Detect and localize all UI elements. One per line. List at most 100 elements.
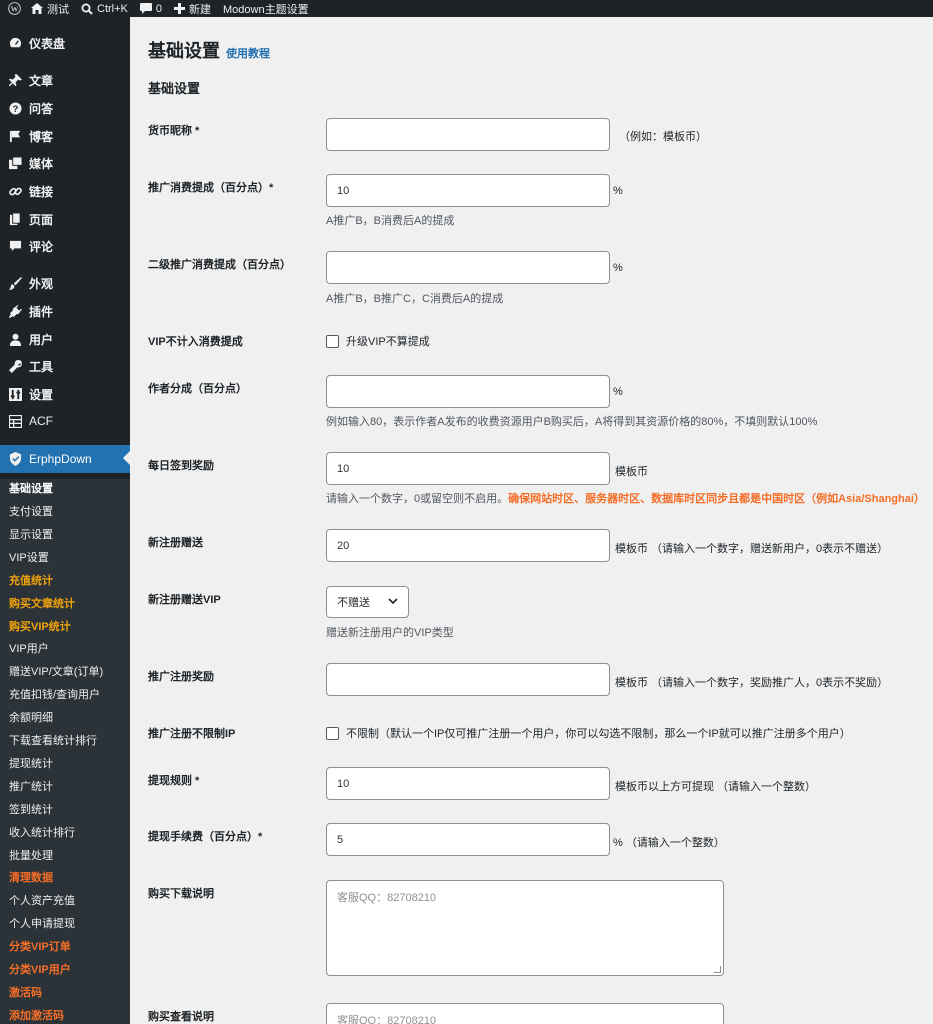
theme-settings-link[interactable]: Modown主题设置 [217,0,315,17]
currency-name-input[interactable] [326,118,610,151]
vip-exclude-option[interactable]: 升级VIP不算提成 [326,333,430,349]
media-icon [7,155,23,171]
submenu-item[interactable]: 购买文章统计 [9,596,75,612]
menu-label: 问答 [29,101,54,116]
submenu-item[interactable]: 余额明细 [9,710,53,726]
submenu-item[interactable]: 充值扣钱/查询用户 [9,687,100,703]
search-icon [81,3,93,15]
timezone-warning: 确保网站时区、服务器时区、数据库时区同步且都是中国时区（例如Asia/Shang… [508,493,925,505]
buy-view-textarea[interactable]: 客服QQ：82708210 [326,1003,724,1024]
submenu-item[interactable]: 激活码 [9,985,42,1001]
menu-links[interactable]: 链接 [0,179,130,203]
menu-label: 仪表盘 [29,36,66,51]
wordpress-icon[interactable]: W [3,0,25,17]
promo-commission-2-label: 二级推广消费提成（百分点） [148,259,291,271]
theme-settings-label: Modown主题设置 [223,3,309,16]
menu-dashboard[interactable]: 仪表盘 [0,31,130,55]
menu-pages[interactable]: 页面 [0,207,130,231]
submenu-item[interactable]: 提现统计 [9,756,53,772]
currency-name-label: 货币昵称 * [148,125,200,137]
submenu-item[interactable]: 添加激活码 [9,1008,64,1024]
withdraw-rule-label: 提现规则 * [148,775,200,787]
site-name: 测试 [47,3,69,16]
submenu-item[interactable]: 赠送VIP/文章(订单) [9,664,103,680]
author-share-desc: 例如输入80，表示作者A发布的收费资源用户B购买后，A将得到其资源价格的80%，… [326,416,818,428]
menu-posts[interactable]: 文章 [0,68,130,92]
promo-ip-checkbox-label: 不限制（默认一个IP仅可推广注册一个用户，你可以勾选不限制，那么一个IP就可以推… [346,728,851,740]
site-name-link[interactable]: 测试 [25,0,75,17]
register-gift-label: 新注册赠送 [148,537,203,549]
submenu-item[interactable]: 签到统计 [9,802,53,818]
register-vip-desc: 赠送新注册用户的VIP类型 [326,627,454,639]
submenu-item[interactable]: 清理数据 [9,870,53,886]
menu-label: 外观 [29,276,54,291]
submenu-item[interactable]: 下载查看统计排行 [9,733,97,749]
submenu-item[interactable]: 充值统计 [9,573,53,589]
submenu-item[interactable]: VIP设置 [9,550,49,566]
author-share-input[interactable] [326,375,610,408]
daily-checkin-label: 每日签到奖励 [148,460,214,472]
menu-settings[interactable]: 设置 [0,382,130,406]
new-content-link[interactable]: 新建 [168,0,217,17]
submenu-item[interactable]: 分类VIP订单 [9,939,71,955]
brush-icon [7,275,23,291]
submenu-item[interactable]: 基础设置 [9,481,53,497]
submenu-item[interactable]: 显示设置 [9,527,53,543]
menu-qa[interactable]: ? 问答 [0,96,130,120]
menu-appearance[interactable]: 外观 [0,271,130,295]
withdraw-rule-input[interactable] [326,767,610,800]
page-title: 基础设置 使用教程 [148,37,270,63]
comment-icon [139,3,152,14]
menu-label: 工具 [29,359,54,374]
svg-text:?: ? [12,103,18,113]
author-share-label: 作者分成（百分点） [148,383,247,395]
promo-commission-2-input[interactable] [326,251,610,284]
submenu-item[interactable]: 分类VIP用户 [9,962,71,978]
search-shortcut: Ctrl+K [97,2,128,15]
resize-handle[interactable] [714,966,721,973]
page-title-text: 基础设置 [148,41,220,61]
menu-media[interactable]: 媒体 [0,151,130,175]
menu-acf[interactable]: ACF [0,409,130,433]
comments-link[interactable]: 0 [134,0,168,17]
menu-label: 设置 [29,387,54,402]
menu-plugins[interactable]: 插件 [0,299,130,323]
promo-ip-checkbox[interactable] [326,726,339,740]
menu-users[interactable]: 用户 [0,327,130,351]
menu-tools[interactable]: 工具 [0,354,130,378]
withdraw-fee-label: 提现手续费（百分点）* [148,831,263,843]
menu-label: ACF [29,414,53,428]
promo-ip-option[interactable]: 不限制（默认一个IP仅可推广注册一个用户，你可以勾选不限制，那么一个IP就可以推… [326,725,851,741]
promo-commission-input[interactable] [326,174,610,207]
register-gift-suffix: 模板币 （请输入一个数字，赠送新用户，0表示不赠送） [615,543,889,555]
command-search[interactable]: Ctrl+K [75,0,134,17]
register-vip-select[interactable]: 不赠送 [326,586,409,618]
menu-label: 页面 [29,212,54,227]
menu-blog[interactable]: 博客 [0,124,130,148]
vip-exclude-checkbox[interactable] [326,334,339,348]
submenu-item[interactable]: 购买VIP统计 [9,619,71,635]
menu-comments[interactable]: 评论 [0,234,130,258]
grid-icon [7,413,23,429]
svg-text:W: W [10,4,18,13]
submenu-item[interactable]: 收入统计排行 [9,825,75,841]
submenu-item[interactable]: 支付设置 [9,504,53,520]
promo-register-reward-label: 推广注册奖励 [148,671,214,683]
submenu-item[interactable]: VIP用户 [9,641,49,657]
buy-view-placeholder: 客服QQ：82708210 [337,1015,437,1024]
menu-erphpdown[interactable]: ErphpDown [0,445,130,473]
daily-checkin-input[interactable] [326,452,610,485]
submenu-item[interactable]: 推广统计 [9,779,53,795]
promo-register-reward-input[interactable] [326,663,610,696]
buy-download-textarea[interactable]: 客服QQ：82708210 [326,880,724,976]
submenu-item[interactable]: 个人申请提现 [9,916,75,932]
register-gift-input[interactable] [326,529,610,562]
withdraw-fee-input[interactable] [326,823,610,856]
shield-icon [7,451,23,467]
tutorial-link[interactable]: 使用教程 [226,45,270,61]
submenu-item[interactable]: 批量处理 [9,848,53,864]
percent-suffix: % [613,386,623,398]
vip-exclude-label: VIP不计入消费提成 [148,336,243,348]
submenu-item[interactable]: 个人资产充值 [9,893,75,909]
vip-exclude-checkbox-label: 升级VIP不算提成 [346,336,430,348]
